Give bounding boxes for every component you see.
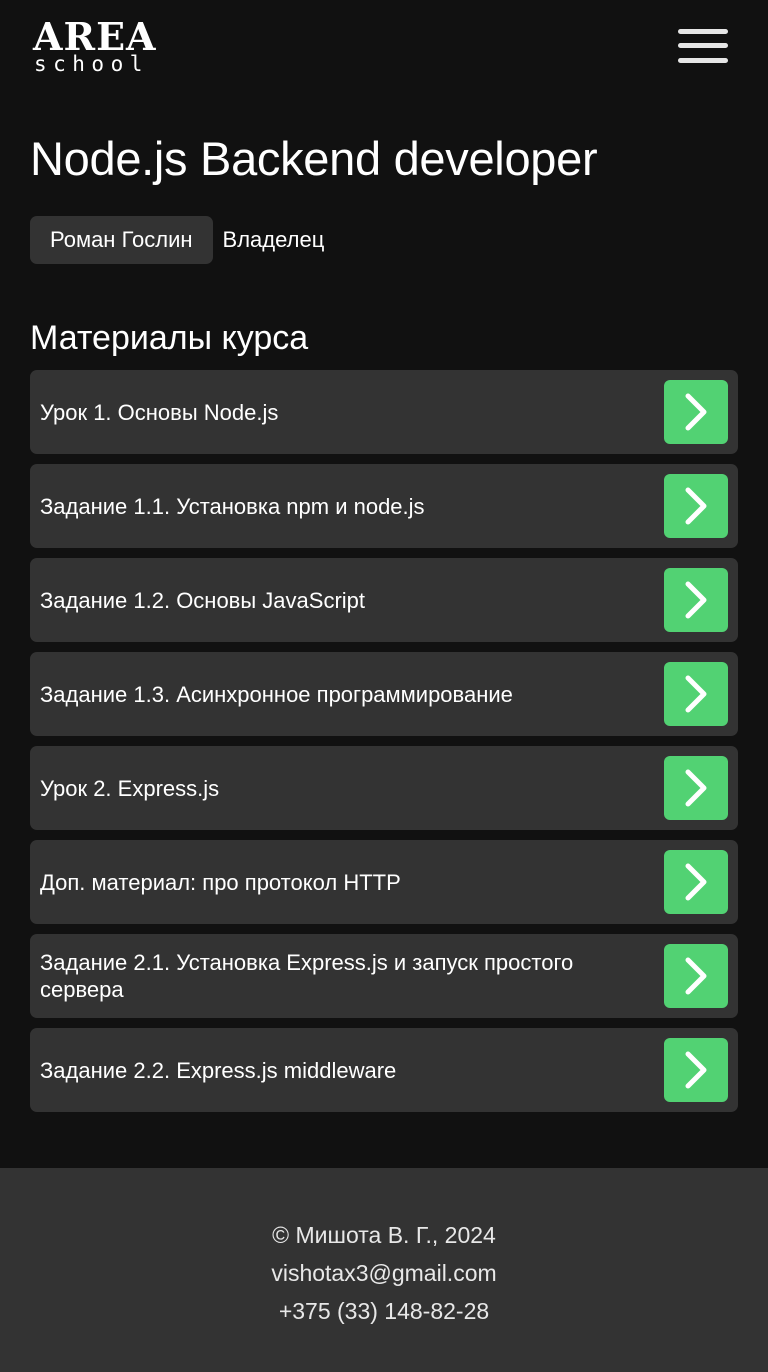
list-item-label: Урок 2. Express.js <box>40 775 220 801</box>
chevron-right-icon <box>685 487 707 525</box>
list-item[interactable]: Задание 1.3. Асинхронное программировани… <box>30 652 738 736</box>
owner-row: Роман Гослин Владелец <box>30 216 738 264</box>
menu-bar <box>678 43 728 48</box>
main-content: Node.js Backend developer Роман Гослин В… <box>0 130 768 1112</box>
list-item-label: Доп. материал: про протокол HTTP <box>40 869 401 895</box>
open-lesson-button[interactable] <box>664 568 728 632</box>
materials-list: Урок 1. Основы Node.js Задание 1.1. Уста… <box>30 370 738 1112</box>
list-item[interactable]: Доп. материал: про протокол HTTP <box>30 840 738 924</box>
logo-subtitle: school <box>34 52 149 76</box>
owner-role-label: Владелец <box>222 227 325 252</box>
site-footer: © Мишота В. Г., 2024 vishotax3@gmail.com… <box>0 1168 768 1372</box>
open-lesson-button[interactable] <box>664 662 728 726</box>
chevron-right-icon <box>685 957 707 995</box>
materials-title: Материалы курса <box>30 319 309 357</box>
list-item[interactable]: Задание 1.1. Установка npm и node.js <box>30 464 738 548</box>
logo[interactable]: AREA school <box>33 14 163 76</box>
list-item-label: Задание 2.1. Установка Express.js и запу… <box>40 950 574 1002</box>
open-lesson-button[interactable] <box>664 756 728 820</box>
list-item-label: Задание 2.2. Express.js middleware <box>40 1057 397 1083</box>
menu-bar <box>678 58 728 63</box>
chevron-right-icon <box>685 1051 707 1089</box>
logo-title: AREA <box>33 14 157 59</box>
menu-bar <box>678 29 728 34</box>
open-lesson-button[interactable] <box>664 1038 728 1102</box>
open-lesson-button[interactable] <box>664 850 728 914</box>
list-item-label: Задание 1.3. Асинхронное программировани… <box>40 681 513 707</box>
list-item[interactable]: Задание 1.2. Основы JavaScript <box>30 558 738 642</box>
site-header: AREA school <box>0 0 768 100</box>
list-item-label: Задание 1.1. Установка npm и node.js <box>40 493 425 519</box>
course-title: Node.js Backend developer <box>30 132 598 185</box>
open-lesson-button[interactable] <box>664 380 728 444</box>
list-item[interactable]: Урок 1. Основы Node.js <box>30 370 738 454</box>
owner-name-chip[interactable]: Роман Гослин <box>30 216 213 264</box>
list-item[interactable]: Урок 2. Express.js <box>30 746 738 830</box>
open-lesson-button[interactable] <box>664 944 728 1008</box>
footer-phone-link[interactable]: +375 (33) 148-82-28 <box>0 1292 768 1330</box>
list-item[interactable]: Задание 2.2. Express.js middleware <box>30 1028 738 1112</box>
hamburger-menu-icon[interactable] <box>678 27 728 67</box>
list-item[interactable]: Задание 2.1. Установка Express.js и запу… <box>30 934 738 1018</box>
list-item-label: Задание 1.2. Основы JavaScript <box>40 587 366 613</box>
page: AREA school Node.js Backend developer Ро… <box>0 0 768 1372</box>
footer-email-link[interactable]: vishotax3@gmail.com <box>0 1254 768 1292</box>
chevron-right-icon <box>685 393 707 431</box>
chevron-right-icon <box>685 769 707 807</box>
footer-copyright: © Мишота В. Г., 2024 <box>272 1222 496 1248</box>
open-lesson-button[interactable] <box>664 474 728 538</box>
chevron-right-icon <box>685 675 707 713</box>
list-item-label: Урок 1. Основы Node.js <box>40 399 279 425</box>
chevron-right-icon <box>685 581 707 619</box>
chevron-right-icon <box>685 863 707 901</box>
